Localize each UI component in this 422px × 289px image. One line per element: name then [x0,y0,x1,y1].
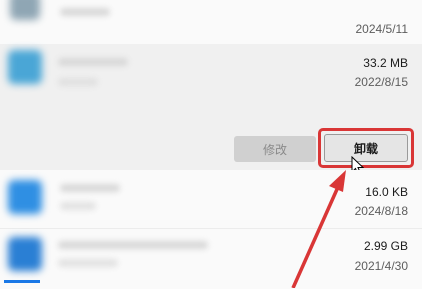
app-list-item[interactable]: 2024/5/11 [0,0,422,44]
app-size: 16.0 KB [365,185,408,199]
app-list-item-expanded[interactable]: 33.2 MB 2022/8/15 修改 卸载 [0,44,422,176]
uninstall-button[interactable]: 卸载 [324,134,408,162]
install-date: 2021/4/30 [354,259,408,273]
app-publisher-placeholder [58,259,118,267]
app-name-placeholder [60,8,110,16]
app-publisher-placeholder [58,78,98,86]
app-name-placeholder [58,241,208,249]
app-icon [8,180,42,214]
app-icon [10,0,40,20]
app-icon [8,50,42,84]
app-icon [8,237,42,271]
install-date: 2024/5/11 [355,22,409,36]
install-date: 2022/8/15 [354,75,408,89]
app-list-item[interactable]: 16.0 KB 2024/8/18 [0,170,422,228]
selection-indicator [4,280,40,283]
modify-button[interactable]: 修改 [234,136,316,162]
app-name-placeholder [60,184,120,192]
install-date: 2024/8/18 [354,204,408,218]
app-size: 33.2 MB [363,56,408,70]
app-size: 2.99 GB [363,239,408,253]
app-publisher-placeholder [60,202,96,210]
app-list-item[interactable]: 2.99 GB 2021/4/30 [0,228,422,289]
app-name-placeholder [58,58,128,66]
